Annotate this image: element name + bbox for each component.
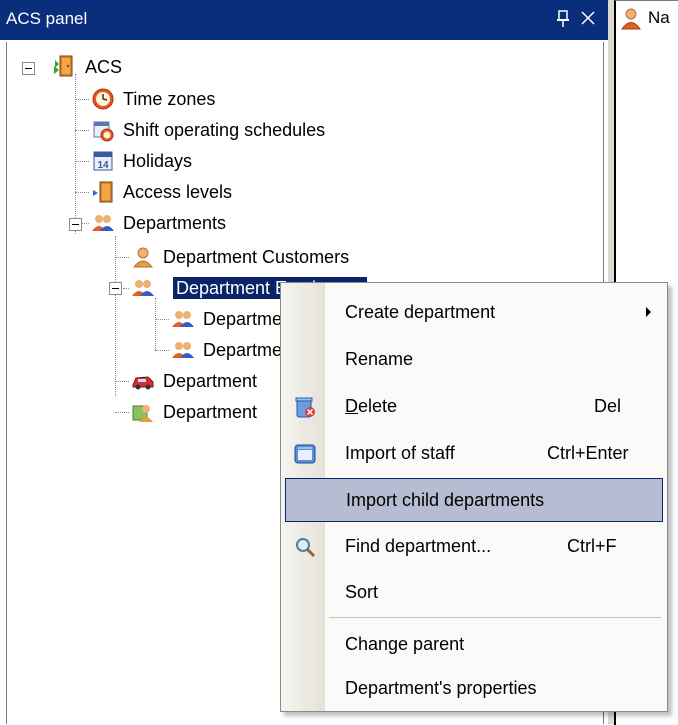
menu-item-delete[interactable]: Delete Del	[285, 385, 663, 429]
menu-item-label: Import child departments	[346, 490, 545, 510]
pin-icon[interactable]	[556, 9, 570, 29]
svg-text:14: 14	[97, 160, 109, 171]
tree-line	[115, 257, 129, 258]
person-card-icon	[132, 405, 153, 422]
menu-item-sort[interactable]: Sort	[285, 571, 663, 615]
tree-node-dept-other[interactable]: Department	[163, 370, 257, 392]
tree-node-time-zones[interactable]: Time zones	[123, 88, 215, 110]
tree-line	[75, 161, 89, 162]
menu-separator	[329, 617, 661, 618]
menu-item-label: Change parent	[345, 634, 465, 654]
tree-node-acs[interactable]: ACS	[85, 56, 122, 78]
menu-item-rename[interactable]: Rename	[285, 338, 663, 382]
collapse-toggle-acs[interactable]	[22, 62, 35, 75]
menu-item-shortcut: Ctrl+F	[567, 536, 617, 556]
tree-line	[81, 223, 89, 224]
tree-line	[123, 288, 129, 289]
collapse-toggle-dept-employees[interactable]	[109, 282, 122, 295]
tree-line	[115, 412, 129, 413]
people-group-icon	[172, 311, 194, 327]
acs-door-icon	[54, 55, 73, 77]
people-group-icon	[132, 280, 154, 296]
tree-line	[115, 236, 116, 396]
calendar-icon: 14	[93, 151, 113, 171]
panel-title: ACS panel	[6, 9, 88, 28]
tree-line	[75, 74, 76, 234]
menu-item-label: Department's properties	[345, 678, 537, 698]
document-tab-label[interactable]: Na	[648, 8, 670, 28]
import-window-icon	[294, 444, 316, 464]
person-icon	[621, 8, 641, 30]
menu-item-change-parent[interactable]: Change parent	[285, 623, 663, 667]
collapse-toggle-departments[interactable]	[69, 218, 82, 231]
menu-item-shortcut: Ctrl+Enter	[547, 443, 629, 463]
menu-item-import-staff[interactable]: Import of staff Ctrl+Enter	[285, 432, 663, 476]
tree-line	[115, 381, 129, 382]
magnifier-icon	[296, 538, 316, 558]
tree-line	[155, 298, 156, 350]
tree-line	[75, 130, 89, 131]
menu-item-label: Find department...	[345, 536, 492, 556]
menu-item-find-department[interactable]: Find department... Ctrl+F	[285, 525, 663, 569]
people-group-icon	[92, 215, 114, 231]
accelerator-key: D	[345, 396, 358, 416]
calendar-clock-icon	[93, 121, 114, 142]
person-icon	[132, 247, 154, 268]
tree-line	[155, 319, 169, 320]
menu-item-label: Import of staff	[345, 443, 455, 463]
menu-item-label: Rename	[345, 349, 414, 369]
context-menu: Create department Rename Delete Del Impo…	[280, 282, 668, 712]
people-group-icon	[172, 342, 194, 358]
tree-line	[75, 99, 89, 100]
close-icon[interactable]	[580, 10, 596, 26]
car-icon	[132, 376, 154, 390]
clock-icon	[92, 88, 114, 110]
tree-line	[75, 192, 89, 193]
menu-item-label: Delete	[345, 396, 397, 417]
tree-node-departments[interactable]: Departments	[123, 212, 226, 234]
panel-title-bar: ACS panel	[0, 0, 608, 40]
menu-item-label: Create department	[345, 302, 496, 322]
submenu-arrow-icon	[646, 307, 651, 317]
tree-node-dept-other[interactable]: Department	[163, 401, 257, 423]
menu-item-department-properties[interactable]: Department's properties	[285, 667, 663, 711]
menu-item-import-child-departments[interactable]: Import child departments	[285, 478, 663, 522]
menu-item-create-department[interactable]: Create department	[285, 291, 663, 335]
tree-node-holidays[interactable]: Holidays	[123, 150, 192, 172]
delete-bin-icon	[295, 397, 315, 418]
tree-node-access-levels[interactable]: Access levels	[123, 181, 232, 203]
menu-item-label-rest: elete	[358, 396, 398, 416]
tree-node-dept-customers[interactable]: Department Customers	[163, 246, 349, 268]
tree-line	[155, 350, 169, 351]
menu-item-shortcut: Del	[594, 396, 622, 416]
access-door-icon	[93, 181, 113, 203]
menu-item-label: Sort	[345, 582, 379, 602]
tree-node-shift-schedules[interactable]: Shift operating schedules	[123, 119, 325, 141]
